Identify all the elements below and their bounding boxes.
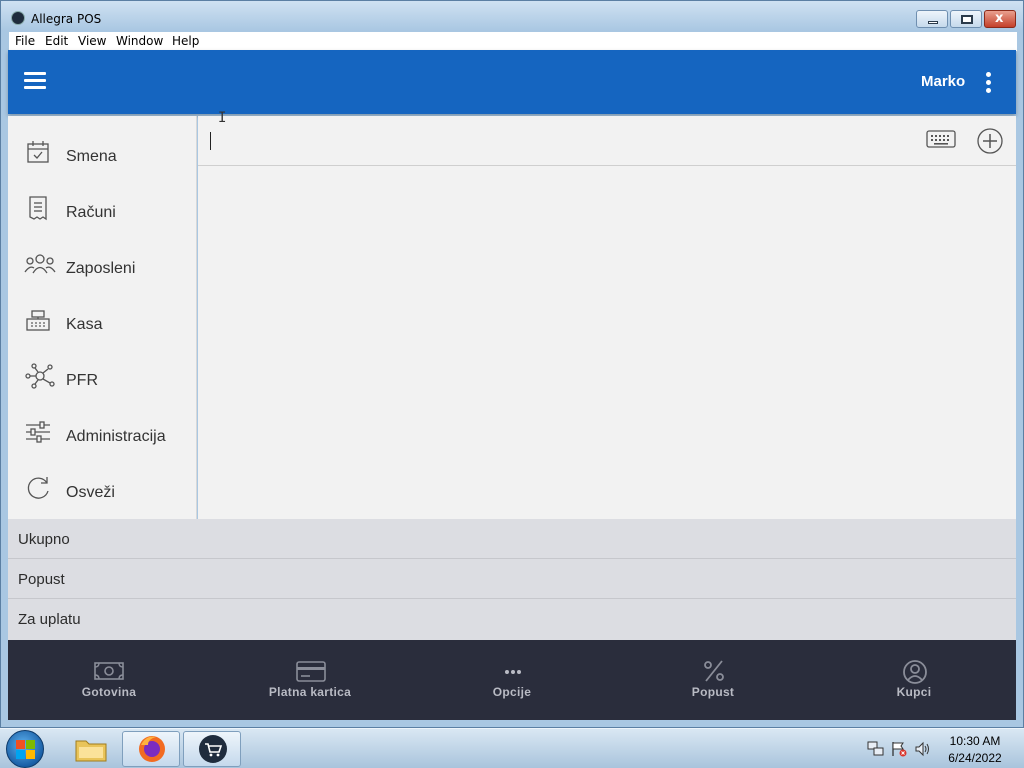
- close-icon: x: [995, 11, 1004, 26]
- menu-help[interactable]: Help: [172, 34, 199, 48]
- firefox-icon: [139, 736, 165, 762]
- total-label: Za uplatu: [18, 611, 81, 628]
- taskbar-explorer[interactable]: [62, 731, 120, 767]
- sidebar-item-label: Osveži: [66, 484, 115, 501]
- user-name[interactable]: Marko: [921, 73, 965, 90]
- receipt-icon: [29, 196, 47, 221]
- sidebar: Smena Računi Zaposleni Kasa PFR Administ…: [8, 116, 197, 519]
- total-row-ukupno: Ukupno: [8, 519, 1016, 559]
- percent-icon: [704, 660, 724, 682]
- total-label: Ukupno: [18, 531, 70, 548]
- search-input[interactable]: [206, 126, 906, 156]
- sidebar-item-label: Računi: [66, 204, 116, 221]
- network-tray-icon[interactable]: [867, 741, 885, 757]
- menu-edit[interactable]: Edit: [45, 34, 68, 48]
- maximize-button[interactable]: [950, 10, 982, 28]
- sidebar-item-label: Smena: [66, 148, 117, 165]
- allegra-pos-icon: [199, 735, 227, 763]
- menu-window[interactable]: Window: [116, 34, 163, 48]
- popust-button[interactable]: Popust: [613, 640, 813, 720]
- sidebar-item-pfr[interactable]: PFR: [8, 346, 197, 402]
- app-icon: [11, 11, 25, 25]
- bottom-item-label: Platna kartica: [268, 685, 352, 699]
- total-row-popust: Popust: [8, 559, 1016, 599]
- clock-date[interactable]: 6/24/2022: [940, 751, 1010, 765]
- input-caret: [210, 132, 211, 150]
- sidebar-item-administracija[interactable]: Administracija: [8, 402, 197, 458]
- more-horizontal-icon: [505, 670, 521, 674]
- totals-panel: Ukupno Popust Za uplatu: [8, 519, 1016, 640]
- bottom-item-label: Gotovina: [81, 685, 137, 699]
- sidebar-item-label: Zaposleni: [66, 260, 136, 277]
- refresh-icon: [27, 477, 49, 499]
- kupci-button[interactable]: Kupci: [814, 640, 1014, 720]
- sidebar-item-osvezi[interactable]: Osveži: [8, 458, 197, 514]
- calendar-check-icon: [27, 141, 49, 163]
- window-title: Allegra POS: [31, 12, 102, 26]
- hamburger-icon[interactable]: [24, 72, 46, 90]
- menu-bar: File Edit View Window Help: [9, 32, 1017, 51]
- bottom-item-label: Opcije: [492, 685, 532, 699]
- taskbar-firefox[interactable]: [122, 731, 180, 767]
- total-row-za-uplatu: Za uplatu: [8, 599, 1016, 639]
- explorer-icon: [75, 740, 107, 762]
- menu-view[interactable]: View: [78, 34, 106, 48]
- keyboard-icon[interactable]: [926, 128, 956, 150]
- bottom-item-label: Popust: [691, 685, 735, 699]
- sidebar-item-smena[interactable]: Smena: [8, 122, 197, 178]
- cash-register-icon: [26, 310, 50, 331]
- total-label: Popust: [18, 571, 65, 588]
- people-icon: [24, 254, 56, 274]
- sidebar-item-label: Administracija: [66, 428, 166, 445]
- clock-time[interactable]: 10:30 AM: [940, 734, 1010, 748]
- kebab-icon[interactable]: [984, 72, 992, 94]
- app-bar: Marko: [8, 50, 1016, 114]
- sidebar-item-label: Kasa: [66, 316, 103, 333]
- minimize-button[interactable]: [916, 10, 948, 28]
- menu-file[interactable]: File: [15, 34, 35, 48]
- volume-icon[interactable]: [914, 741, 932, 757]
- title-bar[interactable]: Allegra POS x: [1, 1, 1023, 31]
- bottom-item-label: Kupci: [896, 685, 932, 699]
- platna-kartica-button[interactable]: Platna kartica: [210, 640, 410, 720]
- close-button[interactable]: x: [984, 10, 1016, 28]
- user-circle-icon: [903, 660, 927, 684]
- start-button[interactable]: [6, 730, 44, 768]
- network-icon: [25, 363, 55, 389]
- gotovina-button[interactable]: Gotovina: [9, 640, 209, 720]
- plus-circle-icon[interactable]: [976, 127, 1004, 155]
- cash-icon: [94, 662, 124, 680]
- maximize-icon: [961, 15, 973, 24]
- sidebar-item-kasa[interactable]: Kasa: [8, 290, 197, 346]
- sliders-icon: [26, 421, 50, 443]
- taskbar-allegra-pos[interactable]: [183, 731, 241, 767]
- minimize-icon: [928, 21, 938, 24]
- sidebar-item-zaposleni[interactable]: Zaposleni: [8, 234, 197, 290]
- bottom-action-bar: Gotovina Platna kartica Opcije Popust Ku…: [8, 640, 1016, 720]
- sidebar-item-label: PFR: [66, 372, 98, 389]
- sidebar-item-racuni[interactable]: Računi: [8, 178, 197, 234]
- main-content: I: [198, 110, 1016, 519]
- search-row: [198, 116, 1016, 166]
- os-taskbar: 10:30 AM 6/24/2022: [0, 728, 1024, 768]
- action-center-flag-icon[interactable]: [890, 741, 908, 757]
- card-icon: [296, 661, 326, 682]
- opcije-button[interactable]: Opcije: [412, 640, 612, 720]
